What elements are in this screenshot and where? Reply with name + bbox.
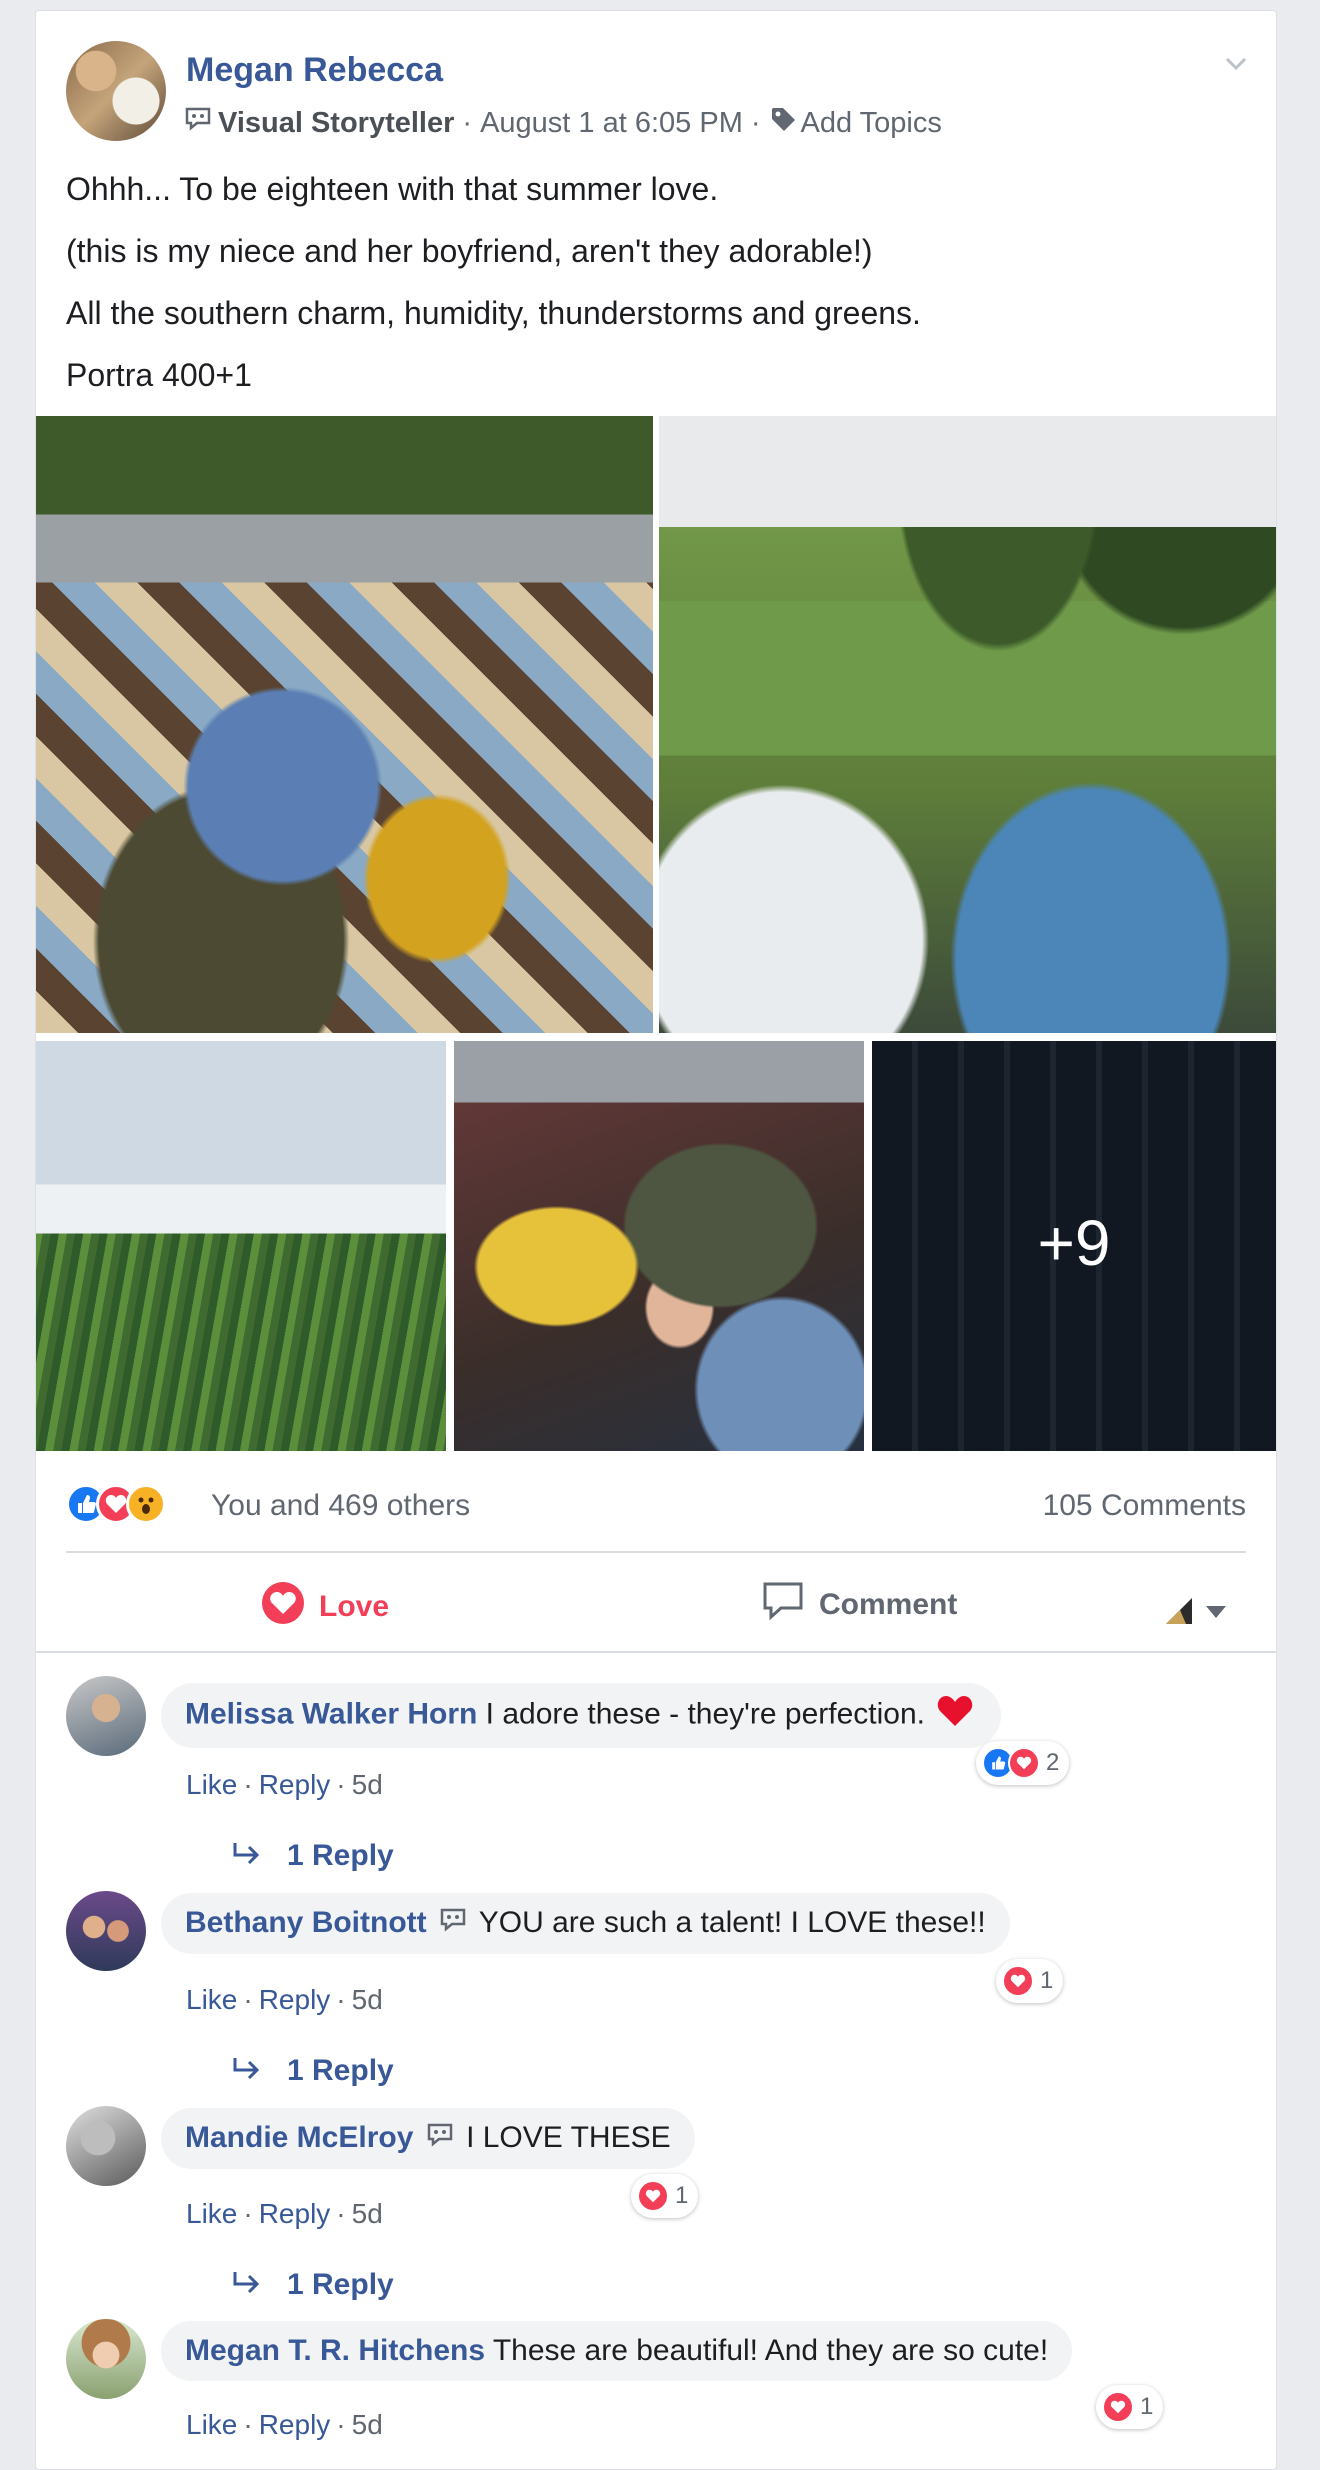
reply-arrow-icon [231, 2268, 263, 2302]
reply-link[interactable]: Reply [259, 1769, 331, 1800]
reply-link[interactable]: Reply [259, 2409, 331, 2440]
comment-meta: Like · Reply · 5d [186, 1769, 383, 1800]
audience-selector[interactable] [1164, 1596, 1226, 1631]
photo-2[interactable] [659, 416, 1276, 1033]
like-link[interactable]: Like [186, 1984, 237, 2015]
like-link[interactable]: Like [186, 2409, 237, 2440]
comment-reactions[interactable]: 1 [1096, 2385, 1164, 2429]
comment-bubble: Mandie McElroy I LOVE THESE [161, 2108, 695, 2170]
more-photos-count: +9 [1037, 1207, 1111, 1279]
avatar[interactable] [66, 2106, 146, 2186]
wow-icon [126, 1484, 166, 1524]
comment-button[interactable]: Comment [761, 1581, 957, 1629]
post-card: Megan Rebecca Visual Storyteller · Augus… [35, 10, 1277, 2470]
photo-4[interactable] [454, 1041, 864, 1451]
love-icon [1008, 1747, 1040, 1779]
comment-reactions[interactable]: 2 [976, 1741, 1070, 1785]
meta-separator: · [750, 106, 761, 139]
photo-3[interactable] [36, 1041, 446, 1451]
like-link[interactable]: Like [186, 1769, 237, 1800]
comment-age[interactable]: 5d [352, 1984, 383, 2015]
meta-separator: · [462, 106, 473, 139]
comment-meta: Like · Reply · 5d [186, 2198, 383, 2229]
comments-count[interactable]: 105 Comments [1043, 1489, 1246, 1523]
red-heart-icon [937, 1695, 973, 1736]
comment-age[interactable]: 5d [352, 1769, 383, 1800]
post-timestamp[interactable]: August 1 at 6:05 PM [480, 107, 743, 140]
divider [66, 1551, 1246, 1553]
photo-5-more[interactable]: +9 [872, 1041, 1276, 1451]
comment-button-label: Comment [819, 1588, 958, 1621]
reply-arrow-icon [231, 2054, 263, 2088]
divider [36, 1651, 1276, 1653]
view-replies-link[interactable]: 1 Reply [231, 1839, 394, 1873]
comment-meta: Like · Reply · 5d [186, 2409, 383, 2440]
caret-down-icon [1206, 1605, 1226, 1623]
like-link[interactable]: Like [186, 2198, 237, 2229]
replies-count: 1 Reply [287, 2054, 394, 2087]
post-text-line: Ohhh... To be eighteen with that summer … [66, 171, 719, 207]
view-replies-link[interactable]: 1 Reply [231, 2268, 394, 2302]
post-text-line: All the southern charm, humidity, thunde… [66, 295, 921, 331]
love-button-label: Love [319, 1590, 390, 1623]
author-avatar[interactable] [66, 41, 166, 141]
comment-age[interactable]: 5d [352, 2409, 383, 2440]
love-button[interactable]: Love [261, 1581, 389, 1633]
comment-bubble: Bethany Boitnott YOU are such a talent! … [161, 1893, 1010, 1955]
comment-text: These are beautiful! And they are so cut… [492, 2334, 1049, 2367]
reaction-icons[interactable] [66, 1484, 166, 1524]
reactions-summary[interactable]: You and 469 others [211, 1489, 470, 1523]
reaction-count: 1 [1140, 2393, 1154, 2420]
reply-link[interactable]: Reply [259, 2198, 331, 2229]
comment-age[interactable]: 5d [352, 2198, 383, 2229]
replies-count: 1 Reply [287, 2268, 394, 2301]
comment-text: I LOVE THESE [466, 2121, 671, 2154]
love-icon [261, 1581, 305, 1633]
comment-meta: Like · Reply · 5d [186, 1984, 383, 2015]
comment-icon [761, 1581, 805, 1629]
reaction-count: 1 [1040, 1967, 1054, 1994]
avatar[interactable] [66, 1676, 146, 1756]
replies-count: 1 Reply [287, 1839, 394, 1872]
reaction-count: 1 [675, 2182, 689, 2209]
view-replies-link[interactable]: 1 Reply [231, 2054, 394, 2088]
tag-icon [769, 105, 797, 141]
commenter-name[interactable]: Mandie McElroy [185, 2121, 413, 2154]
post-meta: Visual Storyteller · August 1 at 6:05 PM… [184, 105, 942, 141]
avatar[interactable] [66, 1891, 146, 1971]
author-name[interactable]: Megan Rebecca [186, 51, 443, 90]
page-avatar-icon [1164, 1596, 1194, 1631]
speech-bubble-icon [426, 2121, 454, 2157]
post-text-line: (this is my niece and her boyfriend, are… [66, 233, 873, 269]
comment-text: I adore these - they're perfection. [485, 1697, 925, 1731]
comment-reactions[interactable]: 1 [631, 2174, 699, 2218]
comment-bubble: Megan T. R. Hitchens These are beautiful… [161, 2321, 1073, 2381]
love-icon [637, 2180, 669, 2212]
avatar[interactable] [66, 2319, 146, 2399]
commenter-name[interactable]: Megan T. R. Hitchens [185, 2334, 485, 2367]
speech-bubble-icon [184, 106, 212, 140]
visual-storyteller-badge[interactable]: Visual Storyteller [218, 107, 454, 140]
commenter-name[interactable]: Bethany Boitnott [185, 1906, 427, 1939]
add-topics-link[interactable]: Add Topics [801, 107, 942, 140]
speech-bubble-icon [439, 1906, 467, 1942]
photo-1[interactable] [36, 416, 653, 1033]
love-icon [1102, 2391, 1134, 2423]
reply-arrow-icon [231, 1839, 263, 1873]
comment-text: YOU are such a talent! I LOVE these!! [478, 1906, 986, 1939]
comment-reactions[interactable]: 1 [996, 1959, 1064, 2003]
love-icon [1002, 1965, 1034, 1997]
post-text-line: Portra 400+1 [66, 357, 252, 393]
chevron-down-icon[interactable] [1224, 51, 1248, 75]
comment-bubble: Melissa Walker Horn I adore these - they… [161, 1683, 1002, 1748]
reaction-count: 2 [1046, 1749, 1060, 1776]
commenter-name[interactable]: Melissa Walker Horn [185, 1697, 477, 1730]
reply-link[interactable]: Reply [259, 1984, 331, 2015]
